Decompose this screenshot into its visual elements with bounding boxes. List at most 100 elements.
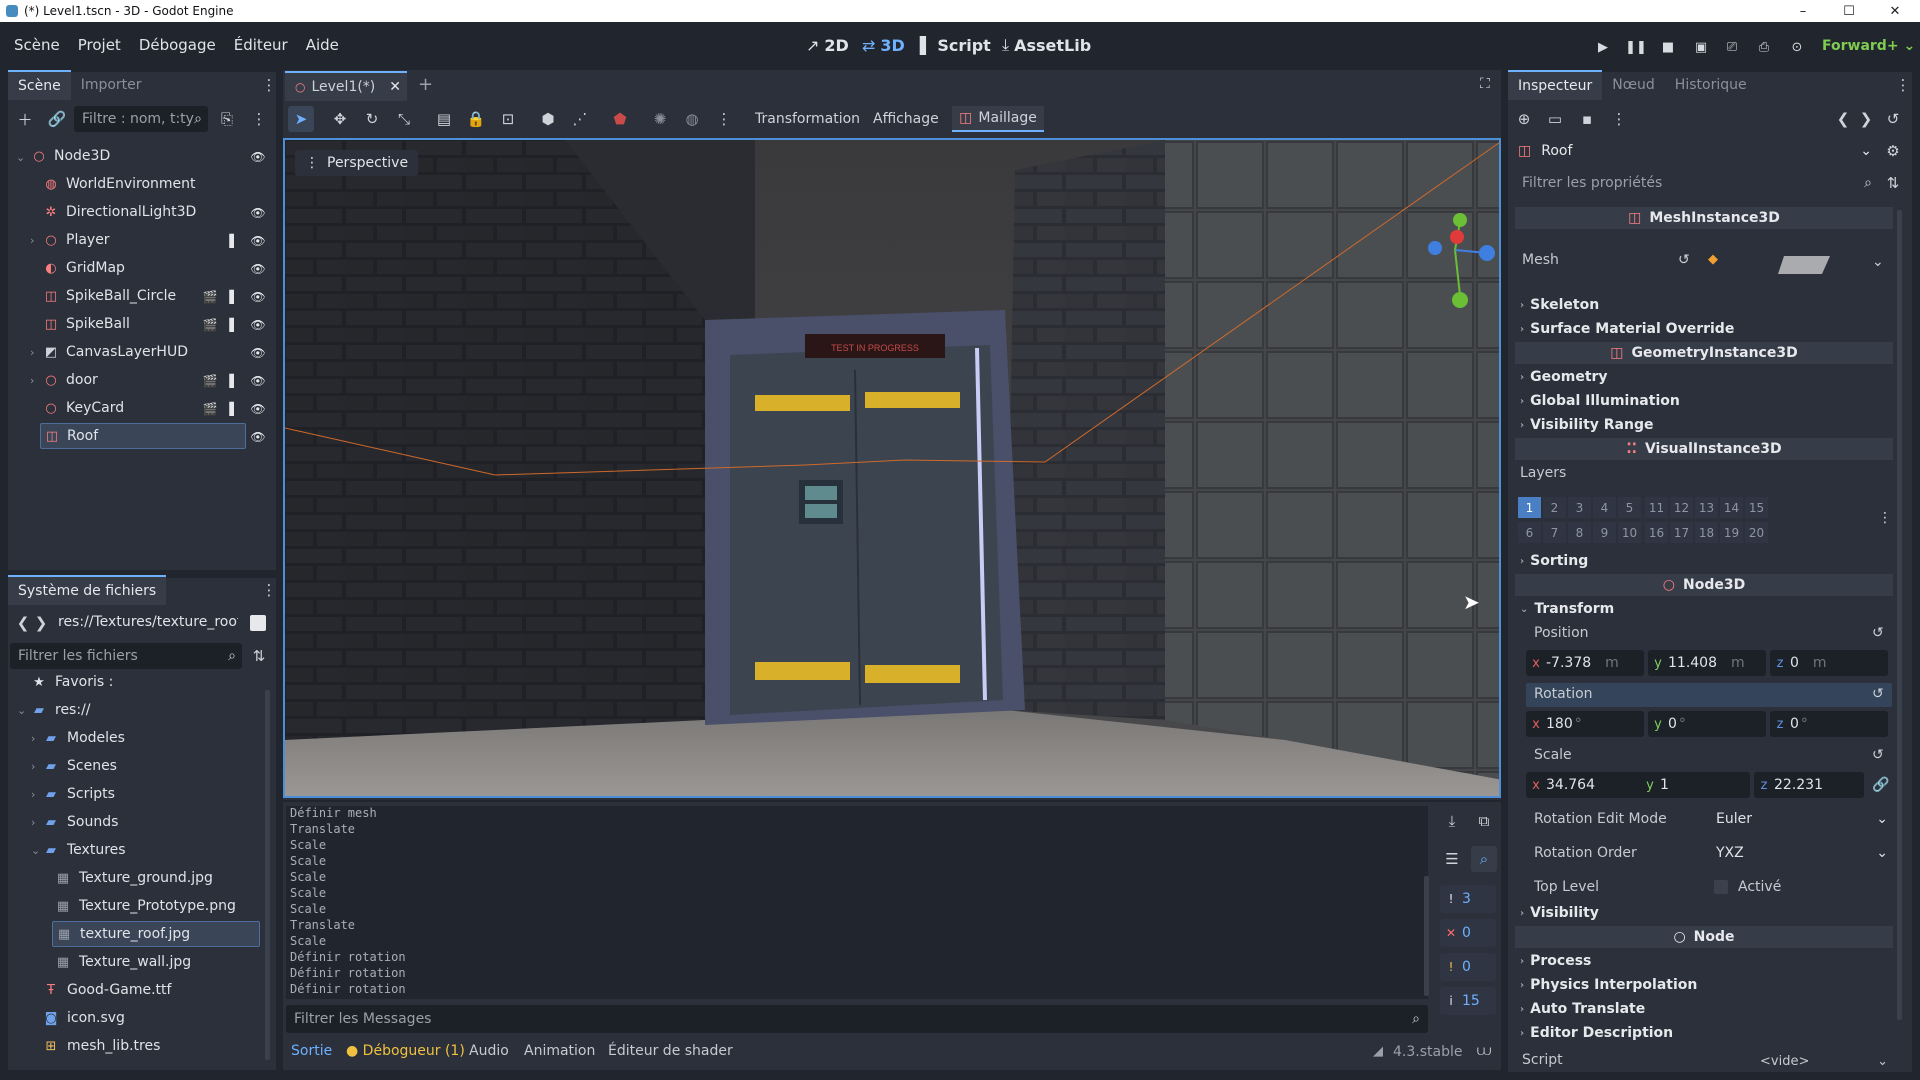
filesystem-path[interactable]: res://Textures/texture_roof. xyxy=(58,614,238,630)
open-script-icon[interactable]: ▌ xyxy=(226,401,242,417)
bottom-tab-shader-editor[interactable]: Éditeur de shader xyxy=(608,1043,733,1059)
mesh-preview[interactable] xyxy=(1770,252,1832,280)
scale-tool-icon[interactable]: ⤡ xyxy=(391,106,417,132)
sort-icon[interactable]: ⇅ xyxy=(246,643,272,669)
fs-folder-scripts[interactable]: ▰ Scripts xyxy=(44,781,115,807)
tree-node-directionallight[interactable]: ✲ DirectionalLight3D xyxy=(44,199,197,225)
workspace-3d-button[interactable]: ⇄ 3D xyxy=(862,30,905,60)
rotation-z-field[interactable]: z 0 ° xyxy=(1770,711,1888,737)
fs-favorites[interactable]: ★ Favoris : xyxy=(32,669,113,695)
distraction-free-icon[interactable]: ⛶ xyxy=(1480,76,1490,92)
remote-debug-icon[interactable]: ▣ xyxy=(1690,36,1712,58)
layer-toggle[interactable]: 19 xyxy=(1720,522,1743,543)
pause-icon[interactable]: ❚❚ xyxy=(1625,36,1647,58)
error-count-badge[interactable]: ✕ 0 xyxy=(1440,919,1496,947)
visibility-eye-icon[interactable]: 👁 xyxy=(250,289,266,305)
fold-arrow-icon[interactable]: › xyxy=(31,788,35,801)
preview-sun-toggle-icon[interactable]: ✺ xyxy=(647,106,673,132)
close-window-button[interactable]: ✕ xyxy=(1872,0,1918,22)
new-resource-icon[interactable]: ⊕ xyxy=(1511,106,1537,132)
category-global-illumination[interactable]: › Global Illumination xyxy=(1520,390,1680,412)
section-node3d[interactable]: ○ Node3D xyxy=(1515,574,1893,596)
menu-affichage[interactable]: Affichage xyxy=(873,106,939,132)
category-process[interactable]: › Process xyxy=(1520,950,1591,972)
movie-maker-icon[interactable]: ⊙ xyxy=(1786,36,1808,58)
fs-file-texture-ground[interactable]: ▦ Texture_ground.jpg xyxy=(56,865,213,891)
layer-toggle[interactable]: 18 xyxy=(1695,522,1718,543)
fold-arrow-icon[interactable]: › xyxy=(30,346,34,359)
tab-inspector[interactable]: Inspecteur xyxy=(1508,70,1603,100)
visibility-eye-icon[interactable]: 👁 xyxy=(250,345,266,361)
layer-toggle[interactable]: 9 xyxy=(1593,522,1616,543)
section-visualinstance3d[interactable]: ⁚⁚ VisualInstance3D xyxy=(1515,438,1893,460)
tree-node-worldenvironment[interactable]: ◍ WorldEnvironment xyxy=(44,171,195,197)
move-tool-icon[interactable]: ✥ xyxy=(327,106,353,132)
tab-scene[interactable]: Scène xyxy=(8,70,71,100)
clear-output-icon[interactable]: ⧉ xyxy=(1471,808,1497,834)
layer-toggle[interactable]: 10 xyxy=(1618,522,1641,543)
tree-node-gridmap[interactable]: ◐ GridMap xyxy=(44,255,125,281)
position-x-field[interactable]: x -7.378 m xyxy=(1526,650,1644,676)
toolbar-menu-icon[interactable]: ⋮ xyxy=(711,106,737,132)
output-scrollbar[interactable] xyxy=(1424,876,1429,996)
tab-history[interactable]: Historique xyxy=(1665,70,1757,100)
layer-toggle[interactable]: 1 xyxy=(1518,497,1541,518)
bottom-tab-audio[interactable]: Audio xyxy=(469,1043,509,1059)
stop-icon[interactable]: ■ xyxy=(1657,36,1679,58)
layer-toggle[interactable]: 3 xyxy=(1568,497,1591,518)
visibility-eye-icon[interactable]: 👁 xyxy=(250,205,266,221)
add-scene-tab-button[interactable]: + xyxy=(418,74,433,95)
layer-toggle[interactable]: 2 xyxy=(1543,497,1566,518)
tree-node-door[interactable]: ○ door xyxy=(44,367,97,393)
category-physics-interpolation[interactable]: › Physics Interpolation xyxy=(1520,974,1697,996)
minimize-button[interactable]: – xyxy=(1780,0,1826,22)
position-z-field[interactable]: z0m xyxy=(1770,650,1888,676)
open-script-icon[interactable]: ▌ xyxy=(226,373,242,389)
category-transform[interactable]: ⌄ Transform xyxy=(1520,598,1614,620)
category-surface-material-override[interactable]: › Surface Material Override xyxy=(1520,318,1734,340)
bottom-tab-debugger[interactable]: ● Débogueur (1) xyxy=(346,1043,465,1059)
menu-maillage[interactable]: ◫ Maillage xyxy=(952,106,1044,132)
extra-options-icon[interactable]: ⋮ xyxy=(1606,106,1632,132)
fs-folder-scenes[interactable]: ▰ Scenes xyxy=(44,753,117,779)
fold-arrow-icon[interactable]: › xyxy=(31,816,35,829)
attach-script-icon[interactable]: ⎘ xyxy=(214,106,240,132)
fs-file-icon-svg[interactable]: ◙ icon.svg xyxy=(44,1005,125,1031)
layers-menu-icon[interactable]: ⋮ xyxy=(1878,510,1892,526)
search-toggle-icon[interactable]: ⌕ xyxy=(1471,846,1497,872)
workspace-assetlib-button[interactable]: ⤓ AssetLib xyxy=(1002,30,1091,60)
play-scene-icon[interactable]: ⎚ xyxy=(1721,36,1743,58)
position-y-field[interactable]: y 11.408 m xyxy=(1648,650,1766,676)
3d-viewport[interactable]: TEST IN PROGRESS ⋮ Perspective ➤ xyxy=(283,138,1501,798)
revert-rotation-icon[interactable]: ↺ xyxy=(1872,686,1884,702)
node-selector[interactable]: ◫ Roof ⌄ xyxy=(1514,138,1878,164)
local-space-icon[interactable]: ⬢ xyxy=(535,106,561,132)
revert-icon[interactable]: ↺ xyxy=(1678,252,1690,268)
bottom-tab-animation[interactable]: Animation xyxy=(524,1043,595,1059)
rotation-order-select[interactable]: YXZ ⌄ xyxy=(1708,840,1888,866)
perspective-menu[interactable]: ⋮ Perspective xyxy=(295,150,419,176)
object-history-icon[interactable]: ↺ xyxy=(1880,106,1906,132)
open-script-icon[interactable]: ▌ xyxy=(226,317,242,333)
top-level-checkbox[interactable]: Activé xyxy=(1714,879,1781,895)
file-filter-input[interactable]: Filtrer les fichiers ⌕ xyxy=(10,643,242,669)
section-meshinstance3d[interactable]: ◫ MeshInstance3D xyxy=(1515,207,1893,229)
revert-position-icon[interactable]: ↺ xyxy=(1872,625,1884,641)
category-geometry[interactable]: › Geometry xyxy=(1520,366,1608,388)
category-visibility-range[interactable]: › Visibility Range xyxy=(1520,414,1653,436)
rotation-edit-mode-select[interactable]: Euler ⌄ xyxy=(1708,806,1888,832)
menu-debug[interactable]: Débogage xyxy=(130,36,225,54)
rotate-tool-icon[interactable]: ↻ xyxy=(359,106,385,132)
layer-toggle[interactable]: 6 xyxy=(1518,522,1541,543)
inspector-scrollbar[interactable] xyxy=(1897,210,1902,1020)
visibility-eye-icon[interactable]: 👁 xyxy=(250,233,266,249)
menu-project[interactable]: Projet xyxy=(69,36,130,54)
scene-tab-level1[interactable]: ○ Level1(*) ✕ xyxy=(285,71,407,101)
layer-toggle[interactable]: 4 xyxy=(1593,497,1616,518)
tree-node-player[interactable]: ○ Player xyxy=(44,227,109,253)
layer-toggle[interactable]: 17 xyxy=(1670,522,1693,543)
tree-node-spikeball[interactable]: ◫ SpikeBall xyxy=(44,311,130,337)
open-scene-icon[interactable]: 🎬 xyxy=(202,317,218,333)
visibility-eye-icon[interactable]: 👁 xyxy=(250,317,266,333)
fold-arrow-icon[interactable]: ⌄ xyxy=(16,151,25,164)
